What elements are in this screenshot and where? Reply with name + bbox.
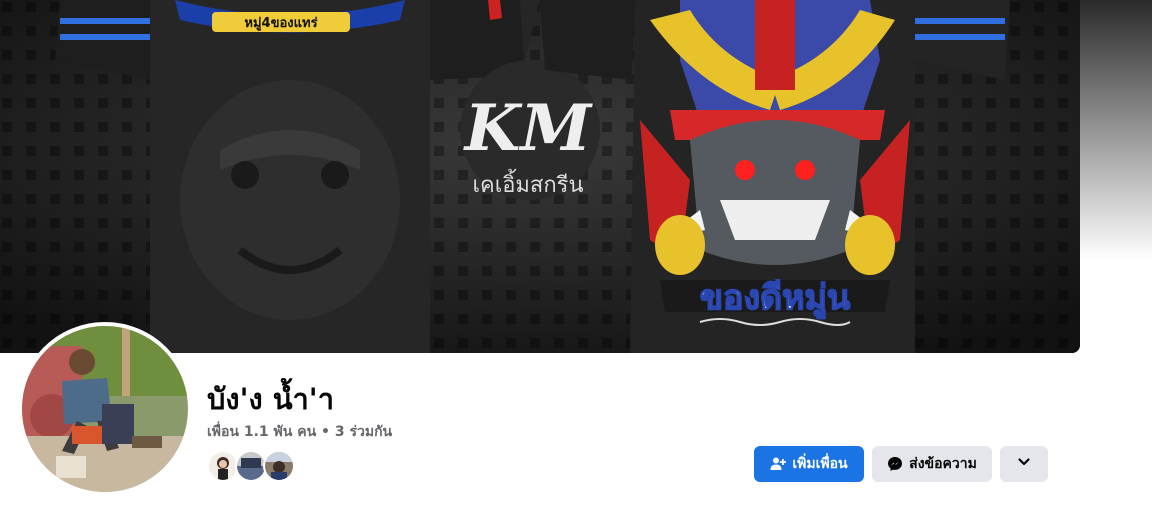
messenger-icon bbox=[887, 456, 903, 472]
add-friend-label: เพิ่มเพื่อน bbox=[792, 456, 848, 472]
mutual-friend-avatar[interactable] bbox=[263, 450, 295, 482]
message-button[interactable]: ส่งข้อความ bbox=[872, 446, 992, 482]
friends-count-link[interactable]: เพื่อน 1.1 พัน คน • 3 ร่วมกัน bbox=[207, 421, 392, 443]
brand-logo: KM เคเอิ้มสกรีน bbox=[460, 60, 600, 200]
profile-avatar[interactable] bbox=[18, 322, 192, 496]
brand-caption: เคเอิ้มสกรีน bbox=[472, 169, 583, 198]
profile-name: บัง'ง น้ำ'า bbox=[207, 382, 334, 416]
profile-picture bbox=[22, 326, 188, 492]
message-label: ส่งข้อความ bbox=[909, 456, 977, 472]
add-person-icon bbox=[770, 456, 787, 472]
page-side-shadow bbox=[1080, 0, 1152, 260]
chevron-down-icon bbox=[1017, 455, 1031, 473]
add-friend-button[interactable]: เพิ่มเพื่อน bbox=[754, 446, 864, 482]
more-options-button[interactable] bbox=[1000, 446, 1048, 482]
brand-mark: KM bbox=[463, 91, 594, 166]
cover-artwork: หมู่4ของแทร่ KM เคเอิ้มสกรีน ของดีหมู่น bbox=[0, 0, 1080, 353]
profile-page: หมู่4ของแทร่ KM เคเอิ้มสกรีน ของดีหมู่น … bbox=[0, 0, 1152, 512]
mutual-friends-avatars[interactable] bbox=[207, 450, 307, 482]
right-shirt-slogan: ของดีหมู่น bbox=[700, 278, 850, 319]
left-shirt-tag: หมู่4ของแทร่ bbox=[244, 16, 317, 31]
cover-photo[interactable]: หมู่4ของแทร่ KM เคเอิ้มสกรีน ของดีหมู่น bbox=[0, 0, 1080, 353]
